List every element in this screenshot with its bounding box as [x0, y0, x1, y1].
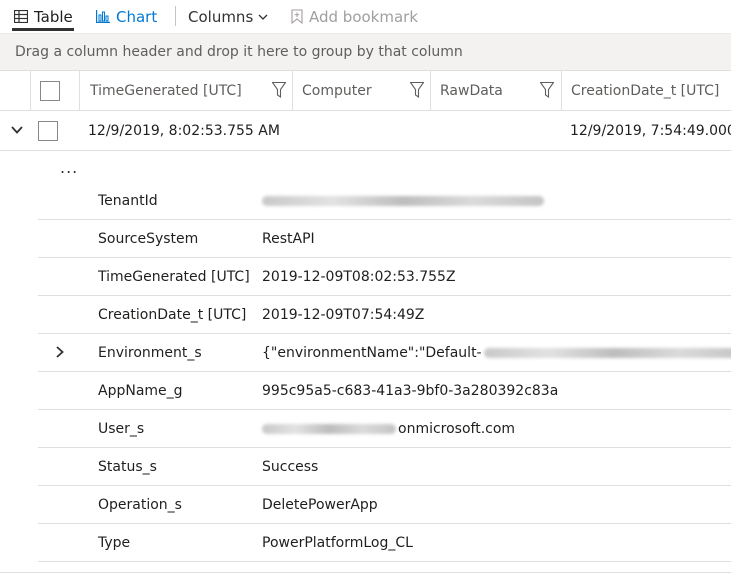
- filter-icon[interactable]: [409, 81, 425, 99]
- column-header-creationdate[interactable]: CreationDate_t [UTC]: [571, 71, 731, 111]
- toolbar-divider: [175, 6, 176, 26]
- detail-row-status: Status_s Success: [38, 448, 731, 486]
- active-tab-indicator: [12, 28, 74, 31]
- detail-value: [262, 182, 544, 219]
- chart-tab[interactable]: Chart: [96, 0, 157, 33]
- column-header-label: RawData: [440, 83, 503, 99]
- detail-value: 995c95a5-c683-41a3-9bf0-3a280392c83a: [262, 382, 559, 399]
- detail-row-appname: AppName_g 995c95a5-c683-41a3-9bf0-3a2803…: [38, 372, 731, 410]
- detail-key: TenantId: [98, 192, 158, 209]
- row-details-panel: TenantId SourceSystem RestAPI TimeGenera…: [38, 182, 731, 562]
- detail-key: Type: [98, 534, 131, 551]
- detail-value: RestAPI: [262, 230, 315, 247]
- redacted-value: [262, 423, 396, 434]
- column-divider: [79, 71, 80, 111]
- table-tab-label: Table: [34, 7, 73, 26]
- group-by-hint: Drag a column header and drop it here to…: [15, 44, 463, 60]
- chart-tab-label: Chart: [116, 7, 158, 26]
- cell-creationdate: 12/9/2019, 7:54:49.000 AM: [570, 111, 731, 151]
- detail-row-sourcesystem: SourceSystem RestAPI: [38, 220, 731, 258]
- filter-icon[interactable]: [539, 81, 555, 99]
- detail-key: SourceSystem: [98, 230, 199, 247]
- column-divider: [30, 71, 31, 111]
- detail-row-user: User_s onmicrosoft.com: [38, 410, 731, 448]
- cell-value: 12/9/2019, 7:54:49.000 AM: [570, 123, 731, 139]
- filter-icon[interactable]: [271, 81, 287, 99]
- detail-row-tenantid: TenantId: [38, 182, 731, 220]
- chevron-down-icon[interactable]: [11, 126, 23, 134]
- group-by-drop-zone[interactable]: Drag a column header and drop it here to…: [0, 33, 731, 71]
- detail-row-environment: Environment_s {"environmentName":"Defaul…: [38, 334, 731, 372]
- chevron-right-icon[interactable]: [56, 346, 64, 358]
- columns-label: Columns: [188, 7, 254, 26]
- row-checkbox[interactable]: [38, 121, 58, 141]
- detail-key: Environment_s: [98, 344, 202, 361]
- detail-key: CreationDate_t [UTC]: [98, 306, 247, 323]
- detail-value-text: onmicrosoft.com: [398, 420, 516, 437]
- detail-key: AppName_g: [98, 382, 183, 399]
- detail-value: 2019-12-09T07:54:49Z: [262, 306, 425, 323]
- column-divider: [561, 71, 562, 111]
- column-header-label: TimeGenerated [UTC]: [90, 83, 242, 99]
- grid-header-row: TimeGenerated [UTC] Computer RawData Cre…: [0, 71, 731, 111]
- detail-value-text: {"environmentName":"Default-: [262, 344, 482, 361]
- detail-key: Operation_s: [98, 496, 182, 513]
- more-actions-icon[interactable]: ...: [60, 158, 78, 177]
- column-header-timegenerated[interactable]: TimeGenerated [UTC]: [90, 71, 270, 111]
- table-icon: [13, 9, 29, 24]
- cell-value: 12/9/2019, 8:02:53.755 AM: [88, 123, 280, 139]
- chart-icon: [96, 10, 110, 23]
- column-divider: [292, 71, 293, 111]
- detail-value: 2019-12-09T08:02:53.755Z: [262, 268, 456, 285]
- detail-value: PowerPlatformLog_CL: [262, 534, 413, 551]
- detail-value: DeletePowerApp: [262, 496, 378, 513]
- detail-value: Success: [262, 458, 319, 475]
- add-bookmark-label: Add bookmark: [309, 7, 419, 26]
- detail-key: TimeGenerated [UTC]: [98, 268, 250, 285]
- detail-row-type: Type PowerPlatformLog_CL: [38, 524, 731, 562]
- detail-row-timegenerated: TimeGenerated [UTC] 2019-12-09T08:02:53.…: [38, 258, 731, 296]
- results-toolbar: Table Chart Columns Add bookmark: [0, 0, 731, 33]
- cell-timegenerated: 12/9/2019, 8:02:53.755 AM: [88, 111, 280, 151]
- detail-row-creationdate: CreationDate_t [UTC] 2019-12-09T07:54:49…: [38, 296, 731, 334]
- detail-key: User_s: [98, 420, 145, 437]
- grid-bottom-border: [0, 572, 731, 573]
- redacted-value: [262, 195, 544, 206]
- add-bookmark-button[interactable]: Add bookmark: [291, 0, 418, 33]
- select-all-checkbox[interactable]: [40, 81, 60, 101]
- table-row[interactable]: 12/9/2019, 8:02:53.755 AM 12/9/2019, 7:5…: [0, 111, 731, 151]
- detail-key: Status_s: [98, 458, 157, 475]
- detail-row-operation: Operation_s DeletePowerApp: [38, 486, 731, 524]
- column-divider: [430, 71, 431, 111]
- bookmark-icon: [291, 9, 303, 25]
- detail-value: onmicrosoft.com: [262, 410, 515, 447]
- column-header-computer[interactable]: Computer: [302, 71, 402, 111]
- column-header-label: CreationDate_t [UTC]: [571, 83, 720, 99]
- columns-dropdown[interactable]: Columns: [188, 0, 268, 33]
- redacted-value: [483, 347, 731, 358]
- detail-value: {"environmentName":"Default-: [262, 334, 731, 371]
- chevron-down-icon: [258, 14, 268, 20]
- column-header-label: Computer: [302, 83, 372, 99]
- column-header-rawdata[interactable]: RawData: [440, 71, 530, 111]
